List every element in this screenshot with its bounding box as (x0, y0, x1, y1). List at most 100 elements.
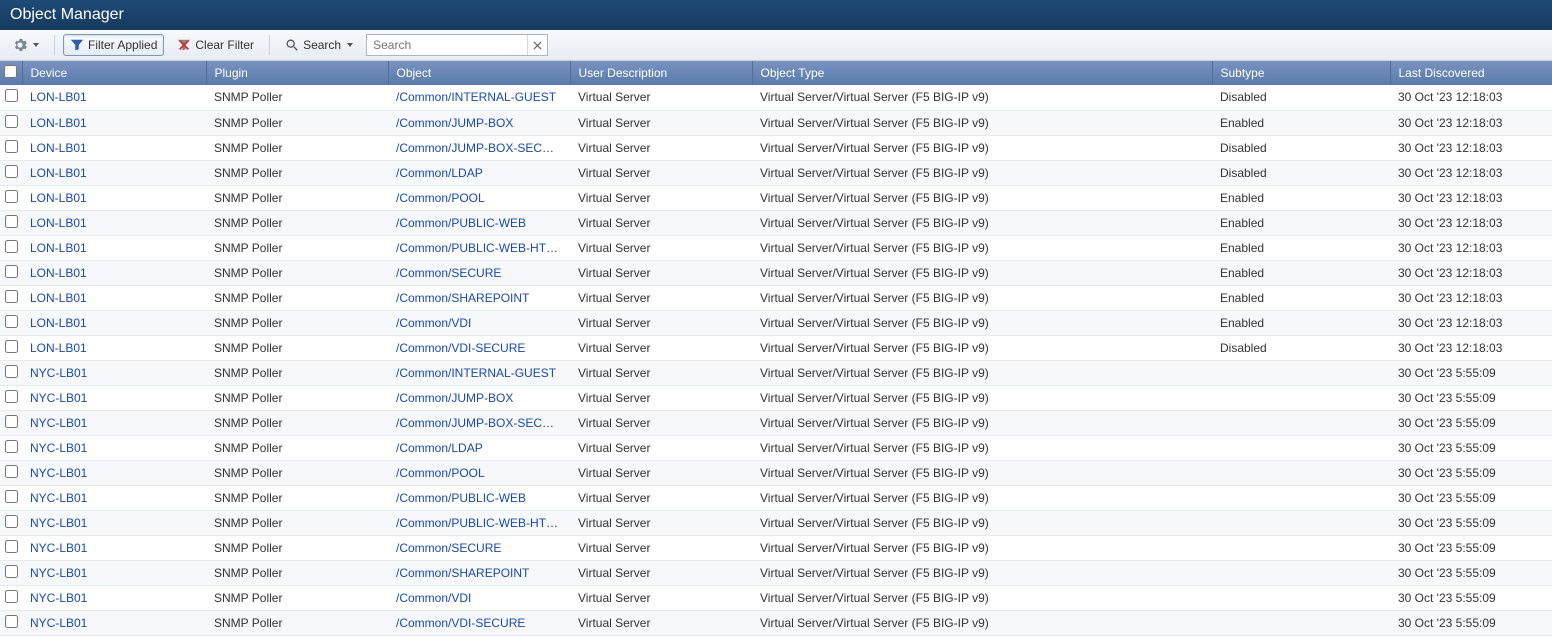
table-row[interactable]: LON-LB01SNMP Poller/Common/SECUREVirtual… (0, 260, 1552, 285)
column-header-user-description[interactable]: User Description (570, 61, 752, 85)
table-row[interactable]: LON-LB01SNMP Poller/Common/PUBLIC-WEB-HT… (0, 235, 1552, 260)
column-header-plugin[interactable]: Plugin (206, 61, 388, 85)
object-link[interactable]: /Common/SHAREPOINT (396, 291, 529, 305)
object-link[interactable]: /Common/JUMP-BOX (396, 391, 513, 405)
row-checkbox[interactable] (5, 515, 18, 528)
search-menu-button[interactable]: Search (278, 34, 360, 56)
device-link[interactable]: LON-LB01 (30, 141, 87, 155)
device-link[interactable]: NYC-LB01 (30, 491, 87, 505)
row-checkbox[interactable] (5, 89, 18, 102)
device-link[interactable]: LON-LB01 (30, 241, 87, 255)
row-checkbox[interactable] (5, 465, 18, 478)
object-link[interactable]: /Common/INTERNAL-GUEST (396, 90, 556, 104)
row-checkbox[interactable] (5, 440, 18, 453)
device-link[interactable]: NYC-LB01 (30, 466, 87, 480)
device-link[interactable]: LON-LB01 (30, 116, 87, 130)
table-row[interactable]: LON-LB01SNMP Poller/Common/JUMP-BOX-SECU… (0, 135, 1552, 160)
row-checkbox[interactable] (5, 540, 18, 553)
row-checkbox[interactable] (5, 215, 18, 228)
object-link[interactable]: /Common/SHAREPOINT (396, 566, 529, 580)
table-row[interactable]: NYC-LB01SNMP Poller/Common/POOLVirtual S… (0, 460, 1552, 485)
filter-applied-button[interactable]: Filter Applied (63, 34, 164, 56)
row-checkbox[interactable] (5, 415, 18, 428)
device-link[interactable]: LON-LB01 (30, 166, 87, 180)
object-link[interactable]: /Common/JUMP-BOX-SECURE (396, 416, 567, 430)
device-link[interactable]: NYC-LB01 (30, 591, 87, 605)
device-link[interactable]: NYC-LB01 (30, 416, 87, 430)
column-header-last-discovered[interactable]: Last Discovered (1390, 61, 1552, 85)
device-link[interactable]: LON-LB01 (30, 90, 87, 104)
row-checkbox[interactable] (5, 265, 18, 278)
select-all-checkbox[interactable] (4, 65, 17, 78)
object-link[interactable]: /Common/SECURE (396, 541, 501, 555)
table-row[interactable]: LON-LB01SNMP Poller/Common/SHAREPOINTVir… (0, 285, 1552, 310)
table-row[interactable]: LON-LB01SNMP Poller/Common/VDI-SECUREVir… (0, 335, 1552, 360)
object-link[interactable]: /Common/VDI (396, 591, 471, 605)
object-link[interactable]: /Common/POOL (396, 191, 485, 205)
table-row[interactable]: LON-LB01SNMP Poller/Common/LDAPVirtual S… (0, 160, 1552, 185)
device-link[interactable]: LON-LB01 (30, 216, 87, 230)
row-checkbox[interactable] (5, 190, 18, 203)
row-checkbox[interactable] (5, 565, 18, 578)
object-link[interactable]: /Common/PUBLIC-WEB-HTTPS (396, 241, 569, 255)
row-checkbox[interactable] (5, 590, 18, 603)
row-checkbox[interactable] (5, 140, 18, 153)
table-row[interactable]: NYC-LB01SNMP Poller/Common/PUBLIC-WEBVir… (0, 485, 1552, 510)
column-header-object[interactable]: Object (388, 61, 570, 85)
object-link[interactable]: /Common/JUMP-BOX-SECURE (396, 141, 567, 155)
table-row[interactable]: NYC-LB01SNMP Poller/Common/SHAREPOINTVir… (0, 560, 1552, 585)
device-link[interactable]: LON-LB01 (30, 316, 87, 330)
column-header-device[interactable]: Device (22, 61, 206, 85)
object-link[interactable]: /Common/LDAP (396, 441, 483, 455)
search-input[interactable] (367, 35, 527, 55)
column-header-object-type[interactable]: Object Type (752, 61, 1212, 85)
object-link[interactable]: /Common/PUBLIC-WEB (396, 216, 526, 230)
row-checkbox[interactable] (5, 115, 18, 128)
row-checkbox[interactable] (5, 615, 18, 628)
object-link[interactable]: /Common/SECURE (396, 266, 501, 280)
object-link[interactable]: /Common/PUBLIC-WEB-HTTPS (396, 516, 569, 530)
object-link[interactable]: /Common/VDI (396, 316, 471, 330)
object-link[interactable]: /Common/PUBLIC-WEB (396, 491, 526, 505)
device-link[interactable]: LON-LB01 (30, 341, 87, 355)
table-row[interactable]: NYC-LB01SNMP Poller/Common/VDI-SECUREVir… (0, 610, 1552, 635)
row-checkbox[interactable] (5, 490, 18, 503)
device-link[interactable]: LON-LB01 (30, 266, 87, 280)
row-checkbox[interactable] (5, 290, 18, 303)
table-row[interactable]: NYC-LB01SNMP Poller/Common/PUBLIC-WEB-HT… (0, 510, 1552, 535)
device-link[interactable]: LON-LB01 (30, 191, 87, 205)
device-link[interactable]: NYC-LB01 (30, 391, 87, 405)
device-link[interactable]: NYC-LB01 (30, 516, 87, 530)
object-link[interactable]: /Common/VDI-SECURE (396, 341, 525, 355)
object-link[interactable]: /Common/LDAP (396, 166, 483, 180)
device-link[interactable]: LON-LB01 (30, 291, 87, 305)
object-link[interactable]: /Common/POOL (396, 466, 485, 480)
device-link[interactable]: NYC-LB01 (30, 441, 87, 455)
object-link[interactable]: /Common/VDI-SECURE (396, 616, 525, 630)
table-row[interactable]: LON-LB01SNMP Poller/Common/PUBLIC-WEBVir… (0, 210, 1552, 235)
object-link[interactable]: /Common/JUMP-BOX (396, 116, 513, 130)
table-row[interactable]: LON-LB01SNMP Poller/Common/VDIVirtual Se… (0, 310, 1552, 335)
device-link[interactable]: NYC-LB01 (30, 366, 87, 380)
table-row[interactable]: NYC-LB01SNMP Poller/Common/SECUREVirtual… (0, 535, 1552, 560)
table-row[interactable]: LON-LB01SNMP Poller/Common/JUMP-BOXVirtu… (0, 110, 1552, 135)
clear-search-button[interactable] (527, 35, 547, 55)
clear-filter-button[interactable]: Clear Filter (170, 34, 261, 56)
device-link[interactable]: NYC-LB01 (30, 541, 87, 555)
column-header-subtype[interactable]: Subtype (1212, 61, 1390, 85)
table-row[interactable]: NYC-LB01SNMP Poller/Common/INTERNAL-GUES… (0, 360, 1552, 385)
row-checkbox[interactable] (5, 390, 18, 403)
object-link[interactable]: /Common/INTERNAL-GUEST (396, 366, 556, 380)
row-checkbox[interactable] (5, 165, 18, 178)
table-row[interactable]: NYC-LB01SNMP Poller/Common/VDIVirtual Se… (0, 585, 1552, 610)
table-row[interactable]: NYC-LB01SNMP Poller/Common/JUMP-BOXVirtu… (0, 385, 1552, 410)
row-checkbox[interactable] (5, 240, 18, 253)
device-link[interactable]: NYC-LB01 (30, 566, 87, 580)
table-row[interactable]: LON-LB01SNMP Poller/Common/POOLVirtual S… (0, 185, 1552, 210)
row-checkbox[interactable] (5, 365, 18, 378)
table-row[interactable]: LON-LB01SNMP Poller/Common/INTERNAL-GUES… (0, 85, 1552, 110)
row-checkbox[interactable] (5, 315, 18, 328)
row-checkbox[interactable] (5, 340, 18, 353)
table-row[interactable]: NYC-LB01SNMP Poller/Common/JUMP-BOX-SECU… (0, 410, 1552, 435)
settings-menu-button[interactable] (6, 34, 46, 56)
